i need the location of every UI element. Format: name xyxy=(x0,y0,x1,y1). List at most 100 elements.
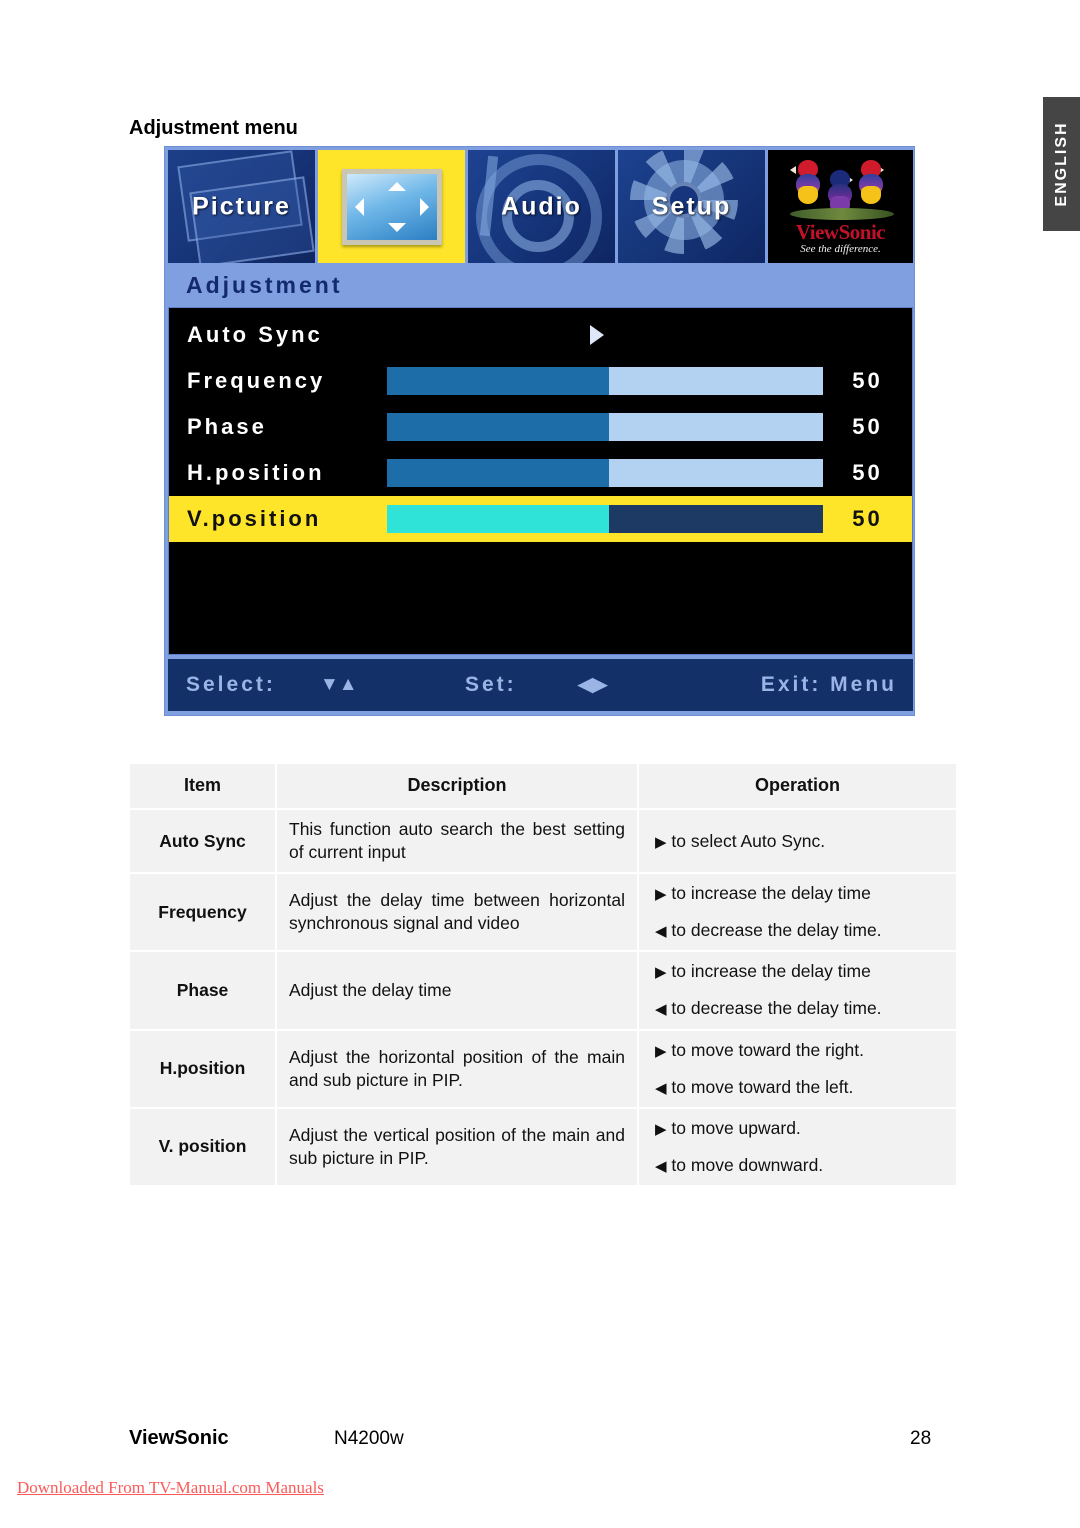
osd-row-auto-sync[interactable]: Auto Sync xyxy=(169,312,912,358)
arrow-left-icon: ◀ xyxy=(655,1079,667,1097)
page-title: Adjustment menu xyxy=(129,117,298,139)
osd-hint-set-label: Set: xyxy=(465,673,517,696)
osd-row-h-position[interactable]: H.position 50 xyxy=(169,450,912,496)
language-side-tab: ENGLISH xyxy=(1043,97,1080,231)
dpad-right-arrow-icon xyxy=(420,198,429,216)
operation-text: to decrease the delay time. xyxy=(671,920,882,941)
osd-row-v-position-value: 50 xyxy=(852,506,883,531)
osd-row-auto-sync-label: Auto Sync xyxy=(187,322,323,347)
table-header-operation: Operation xyxy=(639,764,956,808)
operation-text: to move downward. xyxy=(671,1154,824,1175)
osd-hint-bar: Select: ▼▲ Set: ◀▶ Exit: Menu xyxy=(168,659,913,711)
osd-row-h-position-label: H.position xyxy=(187,460,325,485)
operation-line: ▶ to increase the delay time xyxy=(655,882,944,905)
branch-icon xyxy=(790,208,894,220)
osd-row-phase-value: 50 xyxy=(852,414,883,439)
arrow-left-icon: ◀ xyxy=(655,923,667,941)
operation-line: ▶ to move toward the right. xyxy=(655,1039,944,1062)
operation-text: to move toward the left. xyxy=(671,1076,854,1097)
table-header-item: Item xyxy=(130,764,275,808)
osd-tab-setup-label: Setup xyxy=(651,192,732,220)
operation-text: to decrease the delay time. xyxy=(671,998,882,1019)
table-row: V. position Adjust the vertical position… xyxy=(130,1108,956,1185)
dpad-icon xyxy=(342,169,442,245)
arrow-left-icon: ◀ xyxy=(655,1001,667,1019)
dpad-down-arrow-icon xyxy=(388,223,406,232)
h-position-slider-fill xyxy=(387,459,610,487)
operation-text: to select Auto Sync. xyxy=(671,830,826,851)
adjustment-description-table: Item Description Operation Auto Sync Thi… xyxy=(128,762,958,1187)
chevron-right-icon xyxy=(590,325,604,345)
operation-line: ◀ to decrease the delay time. xyxy=(655,919,944,942)
footer-model: N4200w xyxy=(334,1428,404,1449)
v-position-slider[interactable] xyxy=(387,505,823,533)
footer-page-number: 28 xyxy=(910,1428,932,1449)
arrow-left-icon: ◀ xyxy=(655,1157,667,1175)
table-cell-operation: ▶ to increase the delay time ◀ to decrea… xyxy=(639,952,956,1029)
operation-text: to increase the delay time xyxy=(671,883,871,904)
osd-menu-title: Adjustment xyxy=(186,272,343,298)
viewsonic-wordmark: ViewSonic xyxy=(795,220,886,244)
table-header-description: Description xyxy=(277,764,637,808)
phase-slider-fill xyxy=(387,413,610,441)
osd-hint-select-arrows-icon: ▼▲ xyxy=(320,674,358,695)
table-cell-description: Adjust the horizontal position of the ma… xyxy=(277,1030,637,1107)
operation-line: ▶ to move upward. xyxy=(655,1117,944,1140)
dpad-up-arrow-icon xyxy=(388,182,406,191)
table-cell-operation: ▶ to increase the delay time ◀ to decrea… xyxy=(639,874,956,951)
osd-tab-picture[interactable]: Picture xyxy=(168,150,315,263)
table-cell-description: Adjust the delay time between horizontal… xyxy=(277,874,637,951)
footer-watermark-link[interactable]: Downloaded From TV-Manual.com Manuals xyxy=(17,1478,324,1498)
table-cell-description: Adjust the vertical position of the main… xyxy=(277,1108,637,1185)
frequency-slider[interactable] xyxy=(387,367,823,395)
osd-tab-strip: Picture Audio Setup ViewSonic See the di… xyxy=(168,150,914,263)
osd-tab-adjustment[interactable] xyxy=(318,150,465,263)
table-cell-operation: ▶ to select Auto Sync. xyxy=(639,810,956,873)
osd-row-phase[interactable]: Phase 50 xyxy=(169,404,912,450)
osd-screenshot: Picture Audio Setup ViewSonic See the di… xyxy=(164,146,915,716)
table-header-row: Item Description Operation xyxy=(130,764,956,808)
osd-row-frequency[interactable]: Frequency 50 xyxy=(169,358,912,404)
arrow-right-icon: ▶ xyxy=(655,833,667,851)
operation-text: to move upward. xyxy=(671,1117,801,1138)
osd-hint-select-label: Select: xyxy=(186,673,276,696)
osd-row-v-position[interactable]: V.position 50 xyxy=(169,496,912,542)
footer-brand: ViewSonic xyxy=(129,1427,229,1449)
osd-row-frequency-value: 50 xyxy=(852,368,883,393)
operation-text: to move toward the right. xyxy=(671,1039,865,1060)
operation-line: ◀ to decrease the delay time. xyxy=(655,997,944,1020)
operation-line: ▶ to select Auto Sync. xyxy=(655,830,944,853)
osd-menu-body: Auto Sync Frequency 50 Phase 50 H.positi… xyxy=(168,307,913,655)
table-cell-description: Adjust the delay time xyxy=(277,952,637,1029)
language-side-tab-label: ENGLISH xyxy=(1052,121,1070,207)
table-row: Frequency Adjust the delay time between … xyxy=(130,874,956,951)
osd-tab-audio-label: Audio xyxy=(501,192,582,220)
table-cell-item: Auto Sync xyxy=(130,810,275,873)
viewsonic-tagline: See the difference. xyxy=(800,243,881,255)
table-row: H.position Adjust the horizontal positio… xyxy=(130,1030,956,1107)
osd-row-v-position-label: V.position xyxy=(187,506,322,531)
table-cell-item: H.position xyxy=(130,1030,275,1107)
table-cell-operation: ▶ to move toward the right. ◀ to move to… xyxy=(639,1030,956,1107)
osd-tab-audio[interactable]: Audio xyxy=(468,150,615,263)
table-cell-item: Frequency xyxy=(130,874,275,951)
table-cell-operation: ▶ to move upward. ◀ to move downward. xyxy=(639,1108,956,1185)
osd-hint-set-arrows-icon: ◀▶ xyxy=(578,674,608,696)
table-cell-item: V. position xyxy=(130,1108,275,1185)
table-cell-description: This function auto search the best setti… xyxy=(277,810,637,873)
osd-tab-setup[interactable]: Setup xyxy=(618,150,765,263)
operation-text: to increase the delay time xyxy=(671,961,871,982)
frequency-slider-fill xyxy=(387,367,610,395)
h-position-slider[interactable] xyxy=(387,459,823,487)
auto-sync-submenu-arrow[interactable] xyxy=(387,321,823,349)
bird-left xyxy=(790,160,821,206)
bird-left-belly xyxy=(798,186,818,204)
bird-left-beak xyxy=(790,166,796,174)
osd-tab-viewsonic-logo: ViewSonic See the difference. xyxy=(768,150,914,263)
osd-row-h-position-value: 50 xyxy=(852,460,883,485)
arrow-right-icon: ▶ xyxy=(655,886,667,904)
osd-tab-picture-label: Picture xyxy=(192,192,291,220)
table-row: Phase Adjust the delay time ▶ to increas… xyxy=(130,952,956,1029)
phase-slider[interactable] xyxy=(387,413,823,441)
v-position-slider-fill xyxy=(387,505,610,533)
